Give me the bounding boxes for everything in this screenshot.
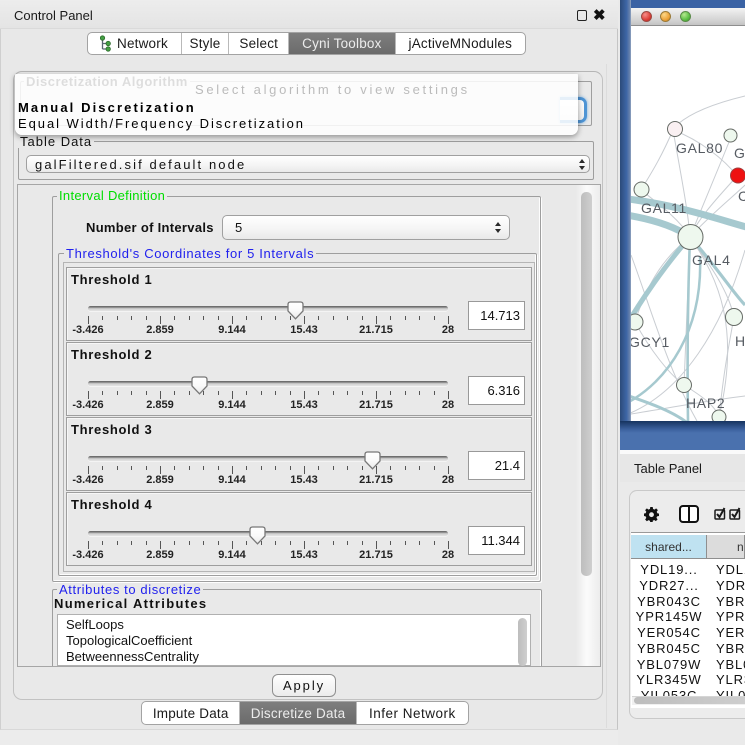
svg-text:GAL: GAL xyxy=(734,145,745,161)
svg-text:C: C xyxy=(738,188,745,204)
svg-text:GAL4: GAL4 xyxy=(692,252,731,268)
svg-text:HAP2: HAP2 xyxy=(686,395,725,411)
svg-text:HA: HA xyxy=(735,333,745,349)
svg-text:GAL11: GAL11 xyxy=(641,200,687,216)
svg-text:GAL80: GAL80 xyxy=(676,140,723,156)
svg-text:GCY1: GCY1 xyxy=(631,334,670,350)
